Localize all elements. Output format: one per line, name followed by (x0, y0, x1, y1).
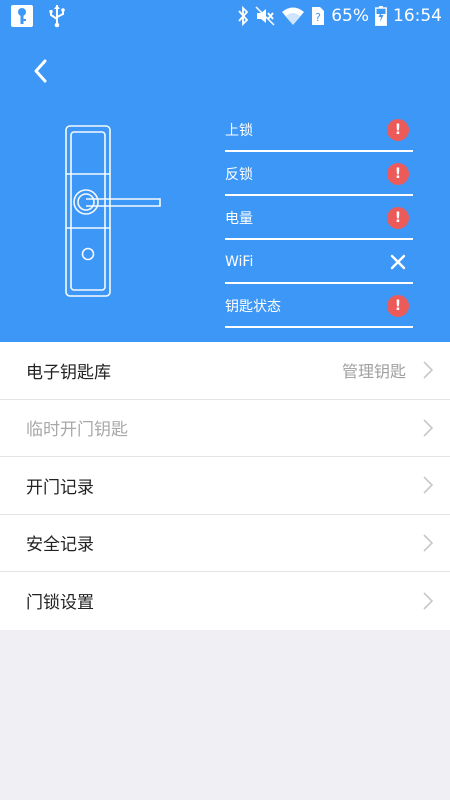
chevron-right-icon (423, 361, 434, 379)
status-label: 电量 (225, 211, 253, 227)
status-label: 反锁 (225, 167, 253, 183)
chevron-left-icon (34, 59, 47, 83)
chevron-right-icon (423, 534, 434, 552)
usb-icon (48, 4, 66, 32)
close-icon (387, 251, 409, 273)
alert-icon: ! (387, 207, 409, 229)
door-lock-illustration (65, 125, 161, 297)
battery-percent: 65% (331, 6, 369, 26)
status-row-deadlock: 反锁 ! (225, 152, 413, 196)
menu-list: 电子钥匙库 管理钥匙 临时开门钥匙 开门记录 安全记录 门锁设置 (0, 342, 450, 630)
status-label: WiFi (225, 254, 254, 270)
menu-item-label: 安全记录 (26, 535, 94, 556)
lock-status-list: 上锁 ! 反锁 ! 电量 ! WiFi 钥匙状态 ! (225, 108, 413, 328)
status-label: 上锁 (225, 123, 253, 139)
wifi-icon (281, 6, 305, 26)
bluetooth-icon (237, 6, 249, 26)
menu-item-label: 门锁设置 (26, 593, 94, 614)
menu-item-unlock-records[interactable]: 开门记录 (0, 457, 450, 515)
manage-keys-link[interactable]: 管理钥匙 (342, 358, 406, 382)
menu-item-label: 临时开门钥匙 (26, 420, 128, 441)
back-button[interactable] (26, 56, 56, 86)
menu-item-security-records[interactable]: 安全记录 (0, 515, 450, 572)
status-bar: ? 65% 16:54 (0, 0, 450, 32)
header: ? 65% 16:54 上锁 ! 反锁 ! 电量 ! WiFi 钥匙状态 ! (0, 0, 450, 342)
svg-text:?: ? (315, 11, 321, 24)
status-label: 钥匙状态 (225, 299, 281, 315)
menu-item-label: 电子钥匙库 (26, 362, 111, 383)
alert-icon: ! (387, 295, 409, 317)
status-row-battery: 电量 ! (225, 196, 413, 240)
menu-item-temporary-key[interactable]: 临时开门钥匙 (0, 400, 450, 457)
status-row-key-status: 钥匙状态 ! (225, 284, 413, 328)
chevron-right-icon (423, 419, 434, 437)
menu-item-electronic-keys[interactable]: 电子钥匙库 管理钥匙 (0, 342, 450, 400)
status-row-wifi: WiFi (225, 240, 413, 284)
menu-item-lock-settings[interactable]: 门锁设置 (0, 572, 450, 630)
chevron-right-icon (423, 592, 434, 610)
alert-icon: ! (387, 163, 409, 185)
chevron-right-icon (423, 476, 434, 494)
alert-icon: ! (387, 119, 409, 141)
app-notification-icon (10, 4, 34, 32)
menu-item-label: 开门记录 (26, 477, 94, 498)
status-row-lock: 上锁 ! (225, 108, 413, 152)
mute-icon (255, 6, 275, 26)
clock: 16:54 (393, 6, 442, 26)
battery-icon (375, 6, 387, 26)
sim-icon: ? (311, 6, 325, 26)
